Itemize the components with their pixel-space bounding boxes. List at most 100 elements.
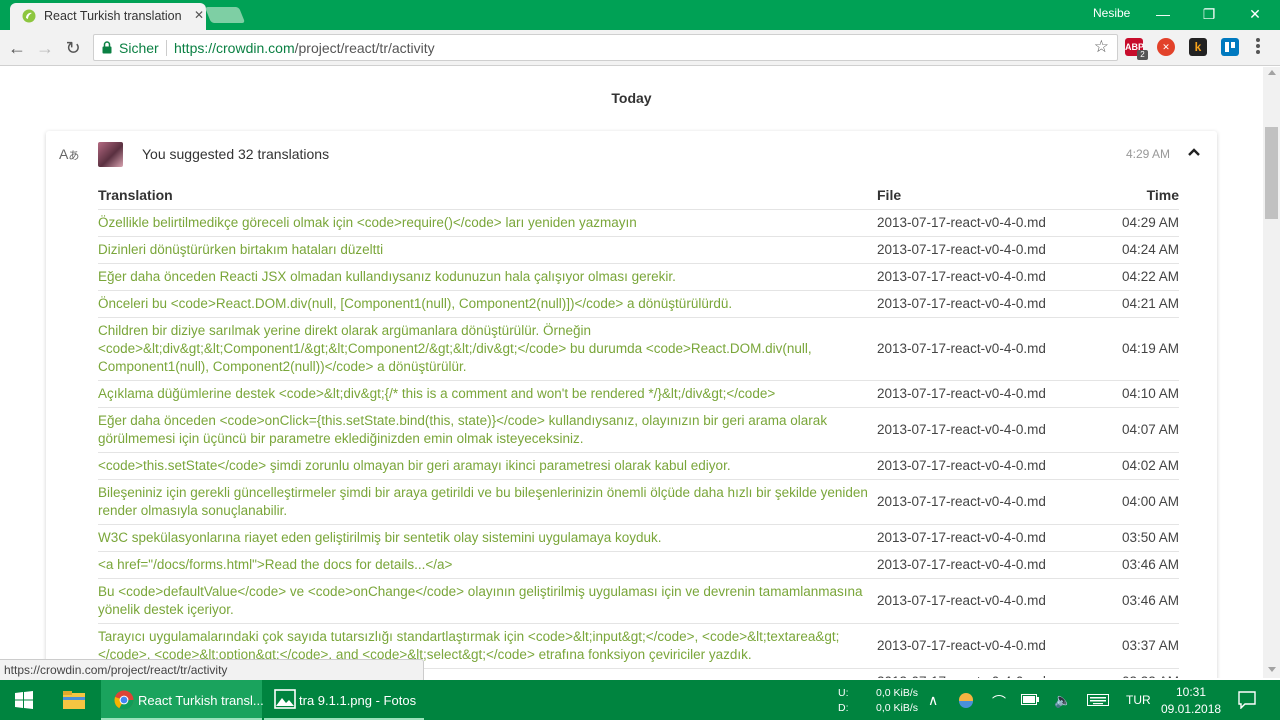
file-cell: 2013-07-17-react-v0-4-0.md <box>877 236 1097 264</box>
time-cell: 03:37 AM <box>1097 623 1179 669</box>
chrome-icon <box>114 690 134 710</box>
avatar[interactable] <box>98 142 123 167</box>
column-header-file: File <box>877 182 1097 210</box>
file-cell: 2013-07-17-react-v0-4-0.md <box>877 578 1097 624</box>
translation-cell[interactable]: Açıklama düğümlerine destek <code>&lt;di… <box>98 380 877 408</box>
new-tab-button[interactable] <box>204 7 246 23</box>
url-text[interactable]: https://crowdin.com/project/react/tr/act… <box>174 40 435 56</box>
address-separator <box>166 40 167 56</box>
tab-close-icon[interactable]: ✕ <box>194 8 204 22</box>
close-window-icon[interactable]: ✕ <box>1232 0 1278 28</box>
page-scrollbar[interactable] <box>1263 67 1280 678</box>
time-cell: 04:29 AM <box>1097 209 1179 237</box>
photos-icon <box>274 689 296 709</box>
bookmark-star-icon[interactable]: ☆ <box>1094 37 1109 57</box>
file-cell: 2013-07-17-react-v0-4-0.md <box>877 668 1097 678</box>
taskbar-app-chrome[interactable]: React Turkish transl... <box>101 680 264 720</box>
net-upload-value: 0,0 KiB/s <box>876 687 919 699</box>
clock-time[interactable]: 10:31 <box>1176 685 1206 699</box>
file-explorer-icon[interactable] <box>62 690 86 710</box>
restore-icon[interactable]: ❐ <box>1186 0 1232 28</box>
table-row: <a href="/docs/forms.html">Read the docs… <box>98 551 1179 579</box>
day-heading: Today <box>611 90 652 106</box>
table-row: Önceleri bu <code>React.DOM.div(null, [C… <box>98 290 1179 318</box>
table-row: W3C spekülasyonlarına riayet eden gelişt… <box>98 524 1179 552</box>
browser-toolbar: ← → ↻ Sicher https://crowdin.com/project… <box>0 30 1280 66</box>
time-cell: 04:19 AM <box>1097 317 1179 381</box>
table-row: <code>this.setState</code> şimdi zorunlu… <box>98 452 1179 480</box>
browser-title-bar: React Turkish translation ✕ Nesibe — ❐ ✕ <box>0 0 1280 30</box>
file-cell: 2013-07-17-react-v0-4-0.md <box>877 380 1097 408</box>
file-cell: 2013-07-17-react-v0-4-0.md <box>877 452 1097 480</box>
time-cell: 04:24 AM <box>1097 236 1179 264</box>
back-icon[interactable]: ← <box>5 36 29 60</box>
translation-cell[interactable]: Eğer daha önceden Reacti JSX olmadan kul… <box>98 263 877 291</box>
translation-cell[interactable]: W3C spekülasyonlarına riayet eden gelişt… <box>98 524 877 552</box>
table-row: Bileşeniniz için gerekli güncelleştirmel… <box>98 479 1179 525</box>
adblock-badge: 2 <box>1137 50 1148 60</box>
translation-cell[interactable]: <code>this.setState</code> şimdi zorunlu… <box>98 452 877 480</box>
activity-summary: You suggested 32 translations <box>142 146 330 162</box>
translation-cell[interactable]: Önceleri bu <code>React.DOM.div(null, [C… <box>98 290 877 318</box>
table-body: Özellikle belirtilmedikçe göreceli olmak… <box>98 209 1179 678</box>
url-path: /project/react/tr/activity <box>294 40 435 56</box>
chevron-up-icon[interactable] <box>1187 145 1201 159</box>
clock-date[interactable]: 09.01.2018 <box>1161 702 1221 716</box>
translation-cell[interactable]: Dizinleri dönüştürürken birtakım hatalar… <box>98 236 877 264</box>
forward-icon[interactable]: → <box>33 36 57 60</box>
taskbar-app-label: tra 9.1.1.png - Fotos <box>299 693 417 708</box>
table-row: Children bir diziye sarılmak yerine dire… <box>98 317 1179 381</box>
translation-cell[interactable]: <a href="/docs/forms.html">Read the docs… <box>98 551 877 579</box>
reload-icon[interactable]: ↻ <box>61 36 85 60</box>
input-language[interactable]: TUR <box>1126 693 1151 707</box>
crowdin-favicon-icon <box>22 9 36 23</box>
table-row: Bu <code>defaultValue</code> ve <code>on… <box>98 578 1179 624</box>
time-cell: 04:21 AM <box>1097 290 1179 318</box>
table-row: Eğer daha önceden Reacti JSX olmadan kul… <box>98 263 1179 291</box>
address-bar[interactable]: Sicher https://crowdin.com/project/react… <box>93 34 1118 61</box>
net-download-value: 0,0 KiB/s <box>876 702 919 714</box>
trello-icon[interactable] <box>1221 38 1239 56</box>
net-upload-label: U: <box>838 687 849 699</box>
scroll-thumb[interactable] <box>1265 127 1278 219</box>
taskbar-app-photos[interactable]: tra 9.1.1.png - Fotos <box>264 680 424 720</box>
minimize-icon[interactable]: — <box>1140 0 1186 28</box>
file-cell: 2013-07-17-react-v0-4-0.md <box>877 263 1097 291</box>
windows-taskbar: React Turkish transl... tra 9.1.1.png - … <box>0 680 1280 720</box>
table-row: Açıklama düğümlerine destek <code>&lt;di… <box>98 380 1179 408</box>
time-cell: 04:02 AM <box>1097 452 1179 480</box>
time-cell: 04:07 AM <box>1097 407 1179 453</box>
time-cell: 03:46 AM <box>1097 551 1179 579</box>
net-download-label: D: <box>838 702 849 714</box>
browser-tab-active[interactable]: React Turkish translation ✕ <box>10 3 206 30</box>
time-cell: 04:22 AM <box>1097 263 1179 291</box>
wifi-icon[interactable]: ⌒ <box>992 692 1006 712</box>
volume-icon[interactable]: 🔈 <box>1054 692 1071 709</box>
activity-table: Translation File Time Özellikle belirtil… <box>98 182 1179 678</box>
notification-center-icon[interactable] <box>1238 691 1256 709</box>
table-header-row: Translation File Time <box>98 182 1179 210</box>
scroll-up-icon[interactable] <box>1268 70 1276 75</box>
translate-icon: Aあ <box>59 146 80 162</box>
show-hidden-icons-icon[interactable]: ∧ <box>928 692 938 709</box>
weather-icon[interactable] <box>958 692 974 708</box>
activity-timestamp: 4:29 AM <box>1125 147 1170 161</box>
time-cell: 04:00 AM <box>1097 479 1179 525</box>
table-row: Dizinleri dönüştürürken birtakım hatalar… <box>98 236 1179 264</box>
translation-cell[interactable]: Bu <code>defaultValue</code> ve <code>on… <box>98 578 877 624</box>
translation-cell[interactable]: Bileşeniniz için gerekli güncelleştirmel… <box>98 479 877 525</box>
browser-menu-icon[interactable] <box>1256 38 1260 56</box>
keyboard-icon[interactable] <box>1087 694 1109 706</box>
battery-icon[interactable] <box>1021 694 1039 705</box>
file-cell: 2013-07-17-react-v0-4-0.md <box>877 407 1097 453</box>
translation-cell[interactable]: Eğer daha önceden <code>onClick={this.se… <box>98 407 877 453</box>
extension-red-icon[interactable]: ✕ <box>1157 38 1175 56</box>
windows-start-icon[interactable] <box>0 680 48 720</box>
file-cell: 2013-07-17-react-v0-4-0.md <box>877 623 1097 669</box>
translation-cell[interactable]: Children bir diziye sarılmak yerine dire… <box>98 317 877 381</box>
translation-cell[interactable]: Özellikle belirtilmedikçe göreceli olmak… <box>98 209 877 237</box>
scroll-down-icon[interactable] <box>1268 667 1276 672</box>
browser-profile-name[interactable]: Nesibe <box>1093 6 1130 20</box>
time-cell: 03:32 AM <box>1097 668 1179 678</box>
extension-k-icon[interactable]: k <box>1189 38 1207 56</box>
